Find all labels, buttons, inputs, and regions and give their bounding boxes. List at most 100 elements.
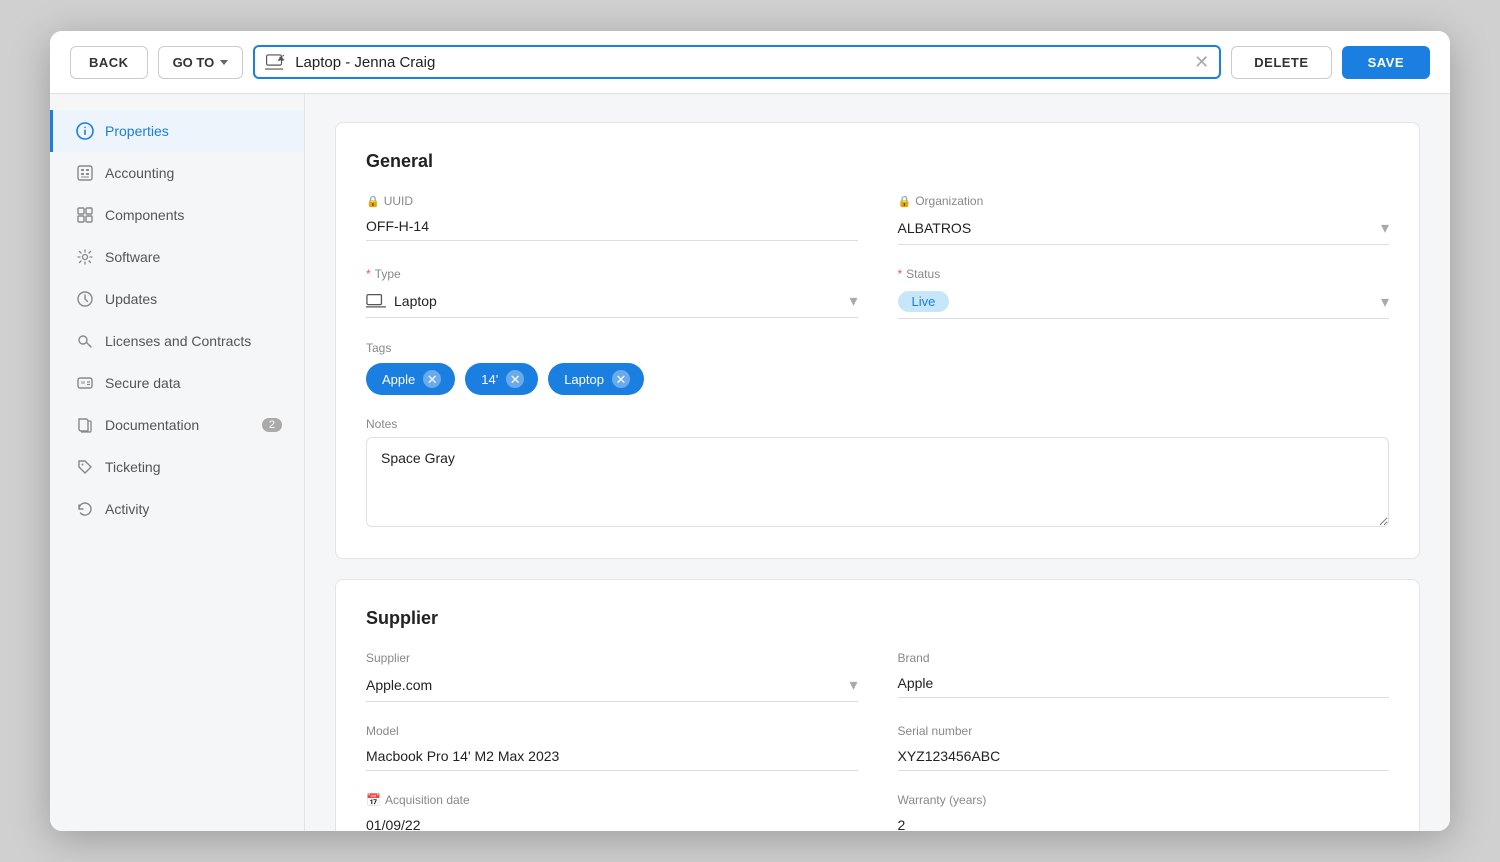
content-area: General 🔒 UUID OFF-H-14 🔒 Organization [305,94,1450,831]
model-serial-row: Model Macbook Pro 14' M2 Max 2023 Serial… [366,724,1389,771]
laptop-type-icon [366,293,386,309]
lock-icon: 🔒 [366,195,380,208]
sidebar-item-activity[interactable]: Activity [50,488,304,530]
organization-value[interactable]: ALBATROS ▾ [898,212,1390,245]
supplier-brand-row: Supplier Apple.com ▾ Brand Apple [366,651,1389,702]
type-label: * Type [366,267,858,281]
serial-field: Serial number XYZ123456ABC [898,724,1390,771]
calendar-icon: 📅 [366,793,381,807]
sidebar-item-components[interactable]: Components [50,194,304,236]
uuid-field: 🔒 UUID OFF-H-14 [366,194,858,245]
tag-14: 14' ✕ [465,363,538,395]
supplier-dropdown-arrow: ▾ [849,675,857,695]
sidebar-item-properties[interactable]: Properties [50,110,304,152]
clock-icon [75,289,95,309]
documentation-badge: 2 [262,418,282,432]
serial-label: Serial number [898,724,1390,738]
goto-label: GO TO [173,55,215,70]
book-icon [75,415,95,435]
history-icon [75,499,95,519]
notes-section: Notes Space Gray [366,417,1389,530]
topbar: BACK GO TO ✕ DELETE SAVE [50,31,1450,94]
sidebar-item-updates[interactable]: Updates [50,278,304,320]
save-button[interactable]: SAVE [1342,46,1430,79]
clear-icon[interactable]: ✕ [1194,53,1209,71]
warranty-field: Warranty (years) 2 [898,793,1390,831]
warranty-value: 2 [898,811,1390,831]
model-field: Model Macbook Pro 14' M2 Max 2023 [366,724,858,771]
tags-row: Apple ✕ 14' ✕ Laptop ✕ [366,363,1389,395]
device-title-input[interactable] [295,54,1186,71]
sidebar-label-secure-data: Secure data [105,375,181,391]
chevron-down-icon [220,60,228,65]
serial-value: XYZ123456ABC [898,742,1390,771]
type-dropdown-arrow: ▾ [849,291,857,311]
supplier-value[interactable]: Apple.com ▾ [366,669,858,702]
tag-laptop: Laptop ✕ [548,363,644,395]
info-icon [75,121,95,141]
sidebar-label-updates: Updates [105,291,157,307]
sidebar-item-software[interactable]: Software [50,236,304,278]
tag-apple: Apple ✕ [366,363,455,395]
uuid-org-row: 🔒 UUID OFF-H-14 🔒 Organization ALBATROS … [366,194,1389,245]
warranty-label: Warranty (years) [898,793,1390,807]
goto-button[interactable]: GO TO [158,46,244,79]
acquisition-value: 01/09/22 [366,811,858,831]
status-label: * Status [898,267,1390,281]
sidebar-label-accounting: Accounting [105,165,174,181]
org-dropdown-arrow: ▾ [1381,218,1389,238]
sidebar-label-properties: Properties [105,123,169,139]
tag-icon [75,457,95,477]
sidebar-item-documentation[interactable]: Documentation 2 [50,404,304,446]
notes-label: Notes [366,417,1389,431]
model-value: Macbook Pro 14' M2 Max 2023 [366,742,858,771]
notes-textarea[interactable]: Space Gray [366,437,1389,527]
tags-section: Tags Apple ✕ 14' ✕ Laptop ✕ [366,341,1389,395]
sidebar-label-components: Components [105,207,184,223]
sidebar-item-licenses[interactable]: Licenses and Contracts [50,320,304,362]
calculator-icon [75,163,95,183]
type-value[interactable]: Laptop ▾ [366,285,858,318]
main-area: Properties Accounting Components Softwar… [50,94,1450,831]
uuid-label: 🔒 UUID [366,194,858,208]
supplier-section: Supplier Supplier Apple.com ▾ Brand Appl… [335,579,1420,831]
status-value[interactable]: Live ▾ [898,285,1390,319]
uuid-value: OFF-H-14 [366,212,858,241]
organization-field: 🔒 Organization ALBATROS ▾ [898,194,1390,245]
sidebar-item-secure-data[interactable]: Secure data [50,362,304,404]
brand-label: Brand [898,651,1390,665]
acquisition-warranty-row: 📅 Acquisition date 01/09/22 Warranty (ye… [366,793,1389,831]
supplier-label: Supplier [366,651,858,665]
brand-value: Apple [898,669,1390,698]
gear-icon [75,247,95,267]
status-badge: Live [898,291,950,312]
general-section: General 🔒 UUID OFF-H-14 🔒 Organization [335,122,1420,559]
acquisition-label: 📅 Acquisition date [366,793,858,807]
type-status-row: * Type Laptop ▾ * Status [366,267,1389,319]
tag-apple-label: Apple [382,372,415,387]
sidebar-label-activity: Activity [105,501,149,517]
tags-label: Tags [366,341,1389,355]
main-window: BACK GO TO ✕ DELETE SAVE [50,31,1450,831]
sidebar: Properties Accounting Components Softwar… [50,94,305,831]
brand-field: Brand Apple [898,651,1390,702]
back-button[interactable]: BACK [70,46,148,79]
title-input-wrap: ✕ [253,45,1221,79]
sidebar-label-ticketing: Ticketing [105,459,161,475]
tag-14-label: 14' [481,372,498,387]
tag-apple-remove[interactable]: ✕ [423,370,441,388]
model-label: Model [366,724,858,738]
delete-button[interactable]: DELETE [1231,46,1331,79]
sidebar-label-software: Software [105,249,160,265]
tag-14-remove[interactable]: ✕ [506,370,524,388]
sidebar-label-documentation: Documentation [105,417,199,433]
acquisition-field: 📅 Acquisition date 01/09/22 [366,793,858,831]
sidebar-label-licenses: Licenses and Contracts [105,333,251,349]
tag-laptop-remove[interactable]: ✕ [612,370,630,388]
supplier-title: Supplier [366,608,1389,629]
laptop-icon [265,53,287,71]
sidebar-item-accounting[interactable]: Accounting [50,152,304,194]
type-field: * Type Laptop ▾ [366,267,858,319]
sidebar-item-ticketing[interactable]: Ticketing [50,446,304,488]
tag-laptop-label: Laptop [564,372,604,387]
